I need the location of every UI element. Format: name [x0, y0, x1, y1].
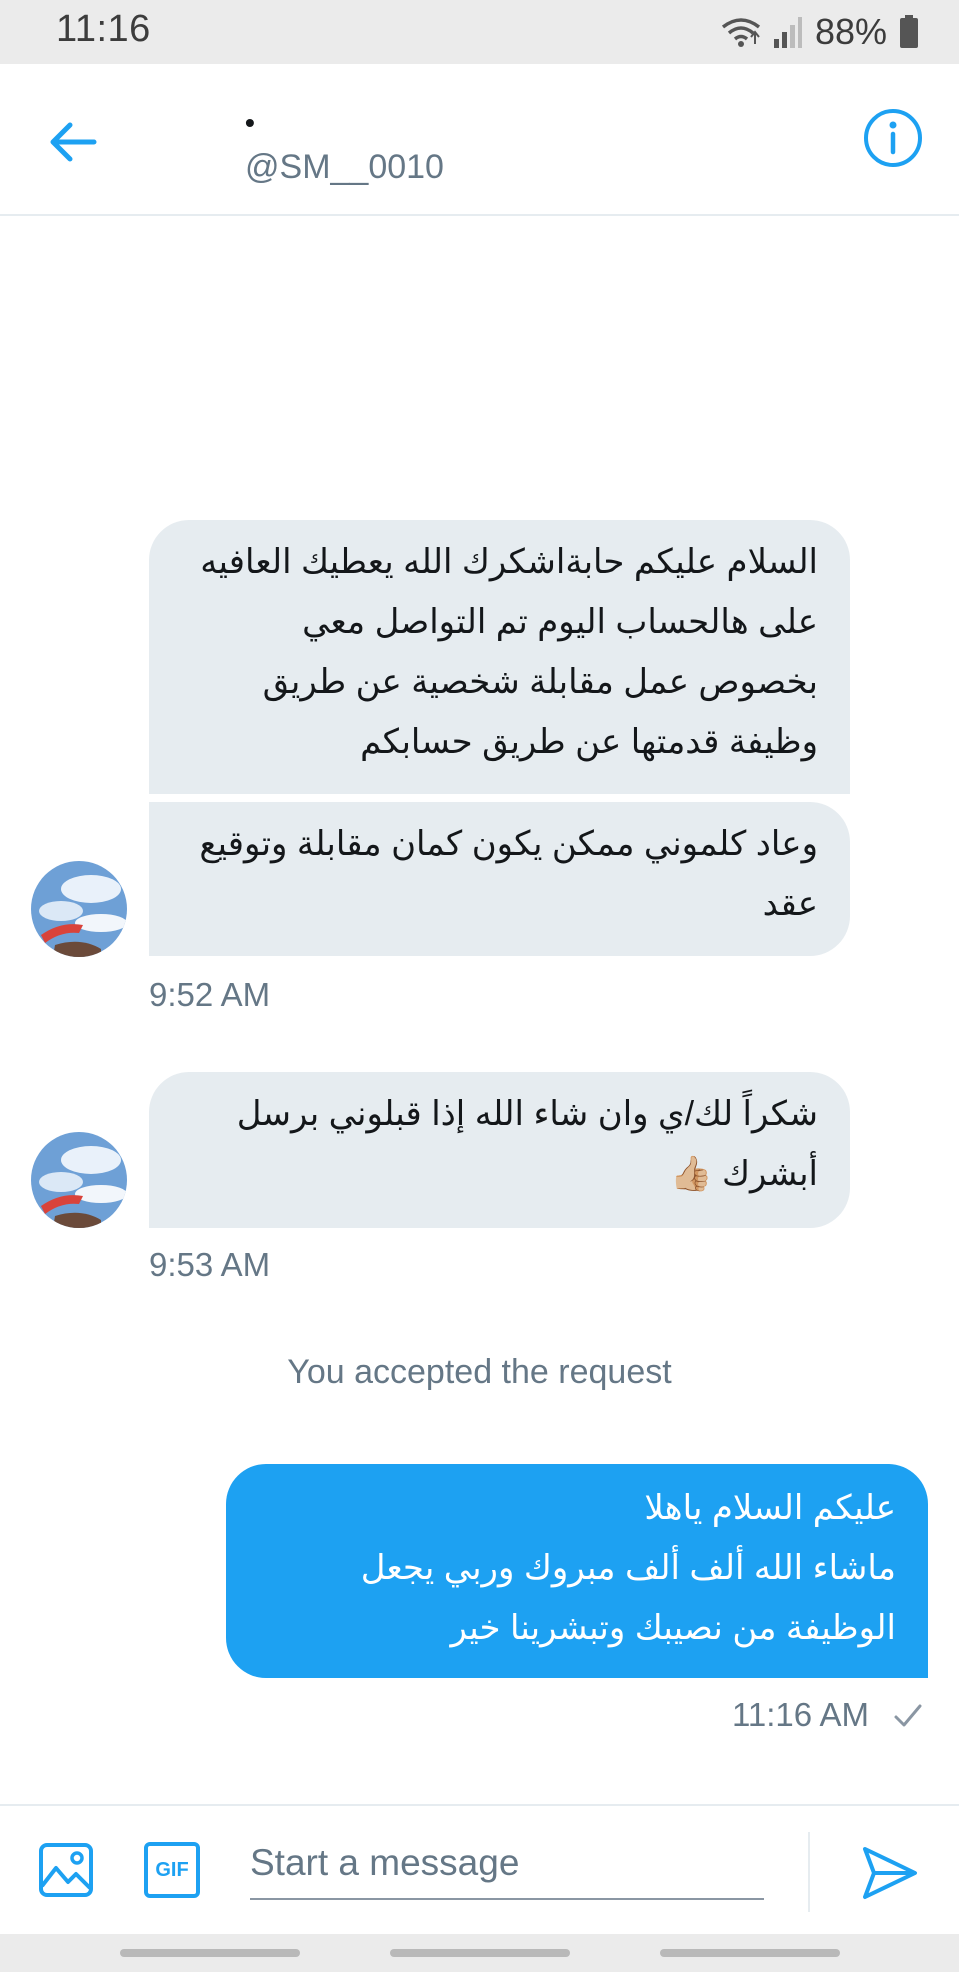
battery-icon	[900, 15, 918, 48]
nav-home-button[interactable]	[390, 1949, 570, 1957]
conversation-header: • @SM__0010	[0, 64, 959, 216]
gif-label: GIF	[155, 1858, 189, 1881]
system-nav-bar	[0, 1934, 959, 1972]
checkmark-icon	[894, 1704, 922, 1727]
message-line: ماشاء الله ألف ألف مبروك وربي يجعل	[360, 1549, 896, 1587]
message-bubble-outgoing[interactable]: عليكم السلام ياهلا ماشاء الله ألف ألف مب…	[226, 1464, 928, 1678]
message-line: وظيفة قدمتها عن طريق حسابكم	[360, 723, 818, 761]
message-line: الوظيفة من نصيبك وتبشرينا خير	[450, 1609, 896, 1647]
message-timestamp: 9:52 AM	[149, 976, 271, 1013]
wifi-icon	[721, 18, 761, 47]
message-line: عليكم السلام ياهلا	[644, 1489, 896, 1527]
message-timestamp: 11:16 AM	[732, 1696, 869, 1733]
image-icon[interactable]	[38, 1842, 94, 1898]
message-line: بخصوص عمل مقابلة شخصية عن طريق	[262, 663, 818, 701]
message-composer: GIF	[0, 1804, 959, 1936]
message-timestamp: 9:53 AM	[149, 1246, 271, 1283]
gif-button[interactable]: GIF	[144, 1842, 200, 1898]
message-line: وعاد كلموني ممكن يكون كمان مقابلة وتوقيع	[199, 825, 818, 863]
message-bubble-incoming[interactable]: شكراً لك/ي وان شاء الله إذا قبلوني برسل …	[149, 1072, 850, 1228]
status-icons: 88%	[721, 10, 919, 54]
message-line: عقد	[762, 885, 818, 923]
send-icon[interactable]	[861, 1844, 919, 1902]
arrow-left-icon[interactable]	[44, 112, 104, 172]
nav-back-button[interactable]	[660, 1949, 840, 1957]
status-time: 11:16	[56, 8, 151, 50]
avatar[interactable]	[31, 1132, 127, 1228]
message-bubble-incoming[interactable]: وعاد كلموني ممكن يكون كمان مقابلة وتوقيع…	[149, 802, 850, 956]
message-line: السلام عليكم حابةاشكرك الله يعطيك العافي…	[200, 543, 818, 581]
avatar-image	[31, 1132, 127, 1228]
message-input[interactable]	[250, 1828, 764, 1900]
message-line: شكراً لك/ي وان شاء الله إذا قبلوني برسل	[236, 1095, 818, 1133]
battery-percentage: 88%	[814, 11, 887, 52]
info-icon[interactable]	[861, 106, 925, 170]
message-bubble-incoming[interactable]: السلام عليكم حابةاشكرك الله يعطيك العافي…	[149, 520, 850, 794]
avatar-image	[31, 861, 127, 957]
system-note: You accepted the request	[287, 1353, 672, 1391]
composer-divider	[808, 1832, 810, 1912]
status-bar: 11:16 88%	[0, 0, 959, 64]
nav-recent-button[interactable]	[120, 1949, 300, 1957]
signal-icon	[773, 17, 802, 48]
avatar[interactable]	[31, 861, 127, 957]
message-line: على هالحساب اليوم تم التواصل معي	[302, 603, 818, 641]
conversation-name: •	[245, 107, 255, 138]
conversation-handle: @SM__0010	[245, 148, 444, 186]
message-line: أبشرك 👍🏼	[670, 1155, 818, 1193]
